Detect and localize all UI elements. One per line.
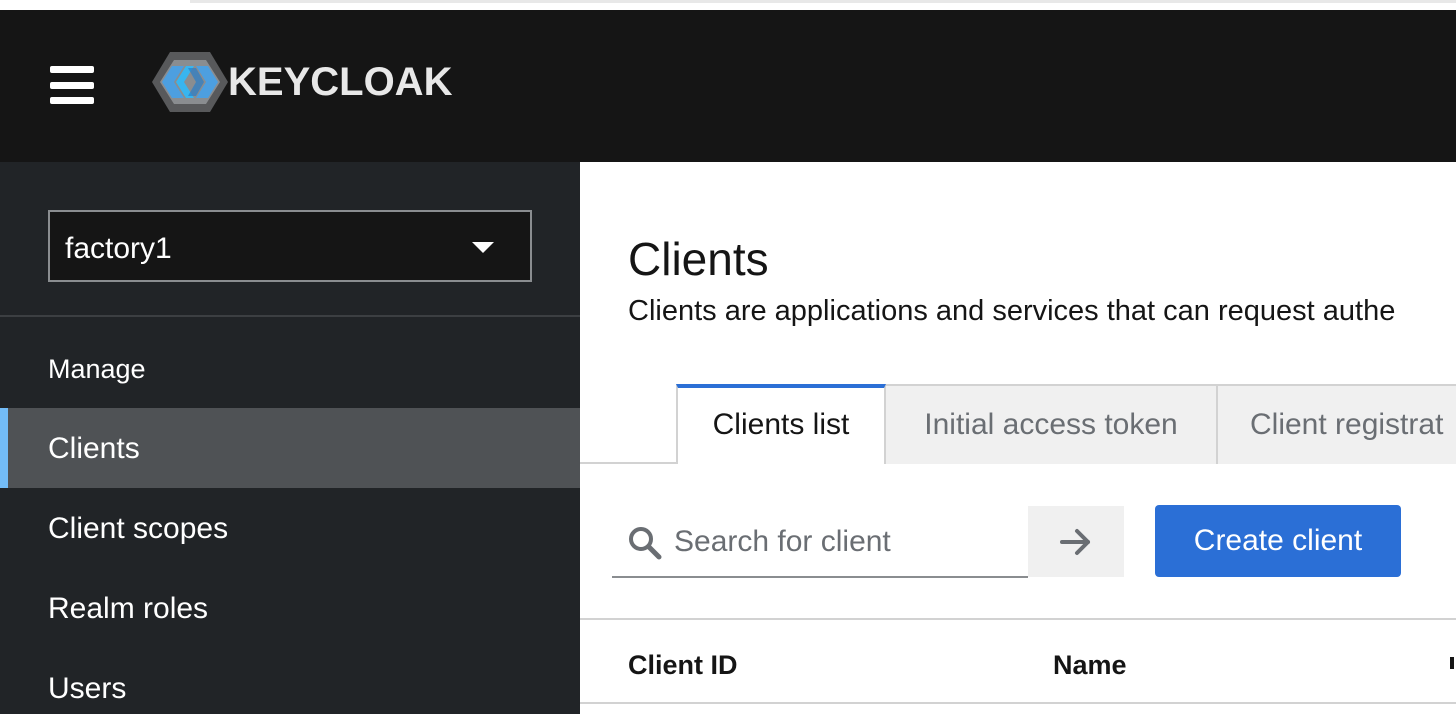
caret-down-icon [472,242,494,253]
sidebar-divider [0,315,580,317]
sidebar: factory1 Manage Clients Client scopes Re… [0,162,580,714]
search-icon [629,527,662,560]
sidebar-item-label: Client scopes [48,512,229,545]
realm-selector[interactable]: factory1 [48,210,532,282]
tab-label: Initial access token [924,408,1178,441]
search-box [612,506,1028,578]
column-header-client-id[interactable]: Client ID [628,650,738,681]
search-input[interactable] [674,522,1014,562]
window-top-border [190,0,1456,3]
search-submit-button[interactable] [1028,506,1124,577]
tab-label: Client registrat [1250,408,1444,441]
page-description: Clients are applications and services th… [628,295,1396,327]
table-header-border [580,702,1456,704]
sidebar-item-clients[interactable]: Clients [0,408,580,488]
brand-logo[interactable]: KEYCLOAK [152,50,452,114]
column-header-partial [1450,657,1454,669]
masthead: KEYCLOAK [0,10,1456,162]
sidebar-item-client-scopes[interactable]: Client scopes [0,488,580,568]
tab-label: Clients list [712,408,850,441]
realm-selector-value: factory1 [65,232,172,265]
sidebar-item-users[interactable]: Users [0,648,580,728]
sidebar-item-realm-roles[interactable]: Realm roles [0,568,580,648]
main-content: Clients Clients are applications and ser… [580,162,1456,714]
hamburger-menu-icon[interactable] [50,66,94,106]
tab-initial-access-token[interactable]: Initial access token [886,384,1218,464]
arrow-right-icon [1060,529,1090,555]
page-title: Clients [628,233,769,285]
create-client-button[interactable]: Create client [1155,505,1401,577]
sidebar-item-label: Users [48,672,127,705]
sidebar-item-label: Realm roles [48,592,209,625]
keycloak-logo-icon [152,52,228,112]
window-top-strip [0,0,1456,10]
table-top-border [580,618,1456,620]
tab-client-registration[interactable]: Client registrat [1218,384,1456,464]
active-indicator [0,408,8,488]
nav-section-title: Manage [48,354,146,384]
column-header-name[interactable]: Name [1053,650,1127,681]
tab-clients-list[interactable]: Clients list [676,384,886,464]
brand-name: KEYCLOAK [228,59,453,104]
sidebar-item-label: Clients [48,432,140,465]
